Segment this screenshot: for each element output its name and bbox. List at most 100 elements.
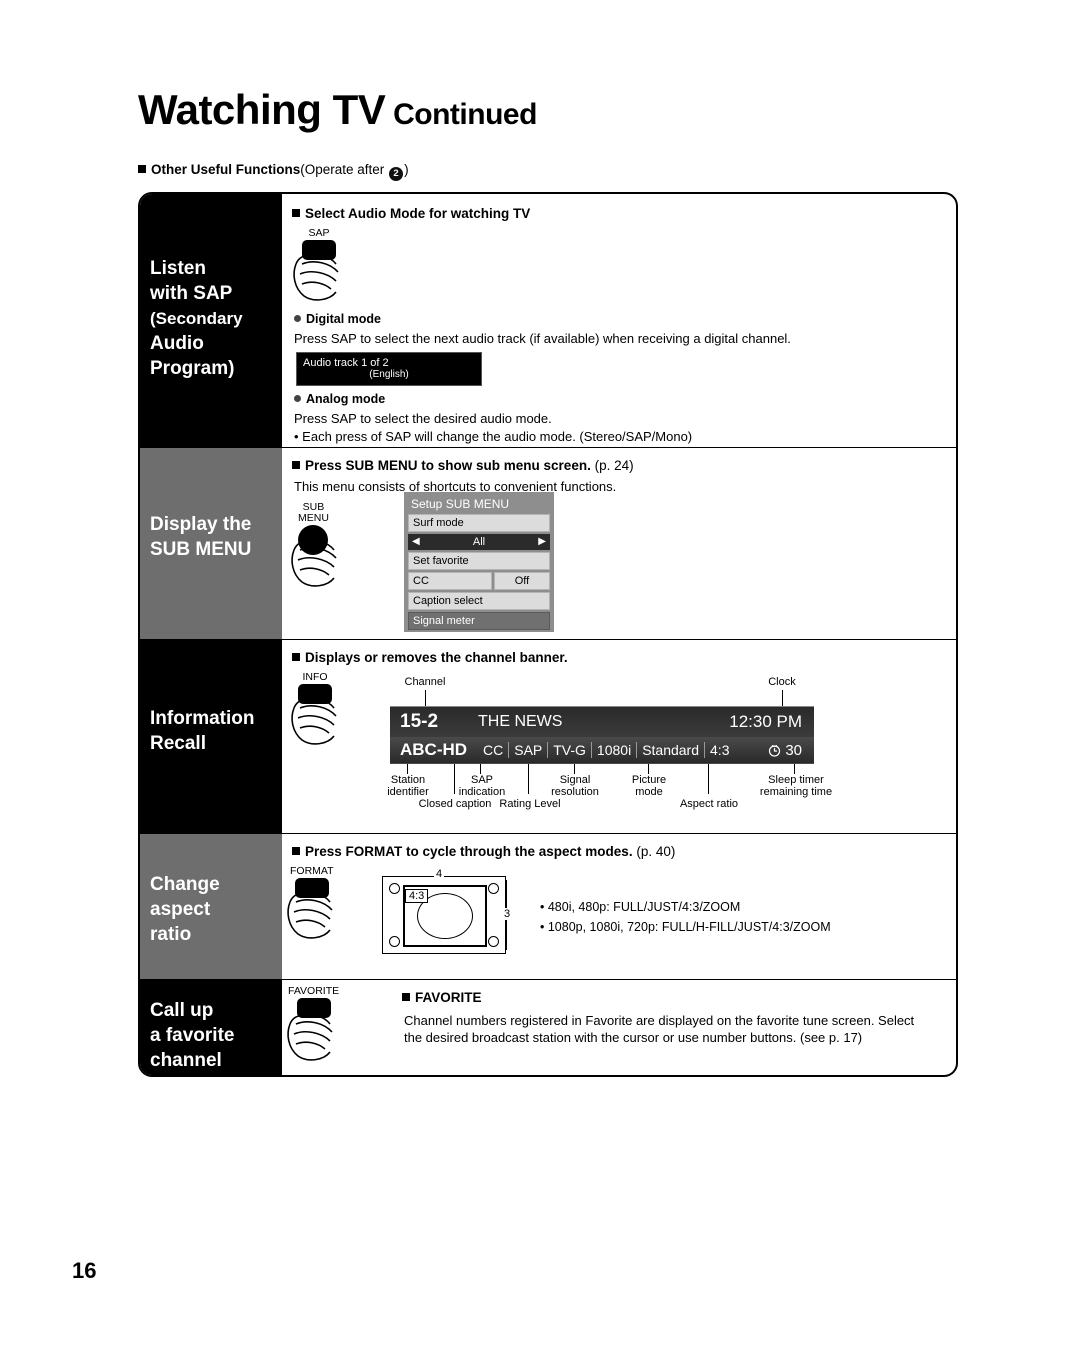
aspect-diagram-corner-dot <box>488 936 499 947</box>
row-label-line: Change <box>150 874 220 895</box>
callout-channel: Channel <box>404 676 446 688</box>
hand-press-icon <box>284 888 346 942</box>
callout-leader-line <box>708 764 709 794</box>
sub-menu-panel: Setup SUB MENU Surf mode ◀ All ▶ Set fav… <box>404 492 554 632</box>
banner-channel-number: 15-2 <box>400 711 439 732</box>
sub-menu-value-cc-off[interactable]: Off <box>494 572 550 590</box>
banner-info-cells: CC SAP TV-G 1080i Standard 4:3 <box>478 742 768 758</box>
manual-page: Watching TV Continued Other Useful Funct… <box>0 0 1080 1363</box>
audio-track-line2: (English) <box>369 369 409 380</box>
callout-leader-line <box>794 764 795 774</box>
row5-heading: FAVORITE <box>402 990 482 1005</box>
callout-leader-line <box>480 764 481 774</box>
callout-leader-line <box>425 690 426 706</box>
row1-analog-mode-title: Analog mode <box>294 392 385 406</box>
channel-banner: 15-2 THE NEWS 12:30 PM ABC-HD CC SAP TV-… <box>390 706 814 764</box>
sap-key-label: SAP <box>308 227 330 239</box>
info-key-label: INFO <box>302 671 328 683</box>
row-content-listen-sap: Select Audio Mode for watching TV SAP Di… <box>282 194 956 447</box>
section-header-label: Other Useful Functions <box>151 162 301 177</box>
audio-track-osd: Audio track 1 of 2 (English) <box>296 352 482 386</box>
callout-sap-indication: SAP indication <box>458 774 506 798</box>
row2-heading: Press SUB MENU to show sub menu screen. … <box>292 458 634 473</box>
section-header: Other Useful Functions(Operate after 2) <box>138 162 409 181</box>
callout-clock: Clock <box>768 676 796 688</box>
row-content-sub-menu: Press SUB MENU to show sub menu screen. … <box>282 448 956 639</box>
row-label-line: ratio <box>150 924 192 945</box>
row-label-line: Recall <box>150 733 206 754</box>
banner-rating: TV-G <box>548 742 592 758</box>
channel-banner-bottom: ABC-HD CC SAP TV-G 1080i Standard 4:3 30 <box>390 737 814 763</box>
aspect-bullet-2: • 1080p, 1080i, 720p: FULL/H-FILL/JUST/4… <box>540 920 831 934</box>
hand-press-icon <box>290 250 352 304</box>
row-content-call-up-favorite: FAVORITE FAVORITE Channel numbers regist… <box>282 980 956 1075</box>
row-label-line: Listen <box>150 258 206 279</box>
page-title-continued: Continued <box>393 98 537 131</box>
row1-digital-mode-title: Digital mode <box>294 312 381 326</box>
hand-press-icon <box>288 536 350 590</box>
square-bullet-icon <box>292 461 300 469</box>
section-header-note: (Operate after 2) <box>300 162 409 181</box>
banner-picture-mode: Standard <box>637 742 706 758</box>
callout-sleep-timer: Sleep timer remaining time <box>759 774 833 798</box>
aspect-diagram: 4:3 <box>382 876 506 954</box>
banner-sap: SAP <box>509 742 549 758</box>
square-bullet-icon <box>292 847 300 855</box>
row3-heading: Displays or removes the channel banner. <box>292 650 568 665</box>
banner-sleep-value: 30 <box>785 741 802 759</box>
aspect-diagram-corner-dot <box>389 936 400 947</box>
banner-aspect: 4:3 <box>710 742 730 758</box>
sub-menu-key-label: SUB MENU <box>298 501 329 524</box>
row-label-information-recall: Information Recall <box>140 640 282 833</box>
aspect-diagram-dim-side: 3 <box>502 908 513 920</box>
sub-menu-item-surf-mode[interactable]: Surf mode <box>408 514 550 532</box>
dot-bullet-icon <box>294 395 301 402</box>
banner-station-id: ABC-HD <box>400 740 468 759</box>
aspect-diagram-label-43: 4:3 <box>405 889 429 903</box>
row-content-information-recall: Displays or removes the channel banner. … <box>282 640 956 833</box>
callout-picture-mode: Picture mode <box>631 774 667 798</box>
sub-menu-cc-row: CC Off <box>408 572 550 590</box>
hand-press-icon <box>288 694 350 748</box>
sub-menu-value-all[interactable]: ◀ All ▶ <box>408 534 550 550</box>
square-bullet-icon <box>292 653 300 661</box>
hand-press-icon <box>284 1010 346 1064</box>
functions-table: Listen with SAP (Secondary Audio Program… <box>138 192 958 1077</box>
left-arrow-icon: ◀ <box>412 536 420 547</box>
dot-bullet-icon <box>294 315 301 322</box>
callout-leader-line <box>782 690 783 706</box>
sub-menu-heading: Setup SUB MENU <box>411 497 510 511</box>
row-label-listen-sap: Listen with SAP (Secondary Audio Program… <box>140 194 282 447</box>
callout-leader-line <box>574 764 575 774</box>
favorite-key-label: FAVORITE <box>288 985 340 997</box>
sub-menu-item-signal-meter[interactable]: Signal meter <box>408 612 550 630</box>
row-label-line: Display the <box>150 514 252 535</box>
callout-rating-level: Rating Level <box>499 798 561 810</box>
banner-clock: 12:30 PM <box>729 712 802 731</box>
banner-sleep-timer: 30 <box>768 742 814 759</box>
row-label-line: Program) <box>150 358 235 379</box>
square-bullet-icon <box>402 993 410 1001</box>
square-bullet-icon <box>292 209 300 217</box>
clock-icon <box>769 744 781 757</box>
row1-digital-mode-text: Press SAP to select the next audio track… <box>294 331 791 346</box>
row-label-line: a favorite <box>150 1025 235 1046</box>
banner-program-name: THE NEWS <box>478 713 563 730</box>
sub-menu-item-caption-select[interactable]: Caption select <box>408 592 550 610</box>
callout-leader-line <box>528 764 529 794</box>
sub-menu-item-set-favorite[interactable]: Set favorite <box>408 552 550 570</box>
row-label-line: Information <box>150 708 255 729</box>
row-label-line: Audio <box>150 333 204 354</box>
row-label-line: SUB MENU <box>150 539 252 560</box>
aspect-diagram-corner-dot <box>488 883 499 894</box>
row-content-change-aspect: Press FORMAT to cycle through the aspect… <box>282 834 956 979</box>
step-2-icon: 2 <box>389 167 404 181</box>
page-title: Watching TV Continued <box>138 86 537 134</box>
sub-menu-item-cc[interactable]: CC <box>408 572 492 590</box>
row-label-line: aspect <box>150 899 211 920</box>
row-label-line: channel <box>150 1050 222 1071</box>
aspect-bullet-1: • 480i, 480p: FULL/JUST/4:3/ZOOM <box>540 900 741 914</box>
row-label-line: Call up <box>150 1000 214 1021</box>
row-label-change-aspect: Change aspect ratio <box>140 834 282 979</box>
right-arrow-icon: ▶ <box>538 536 546 547</box>
